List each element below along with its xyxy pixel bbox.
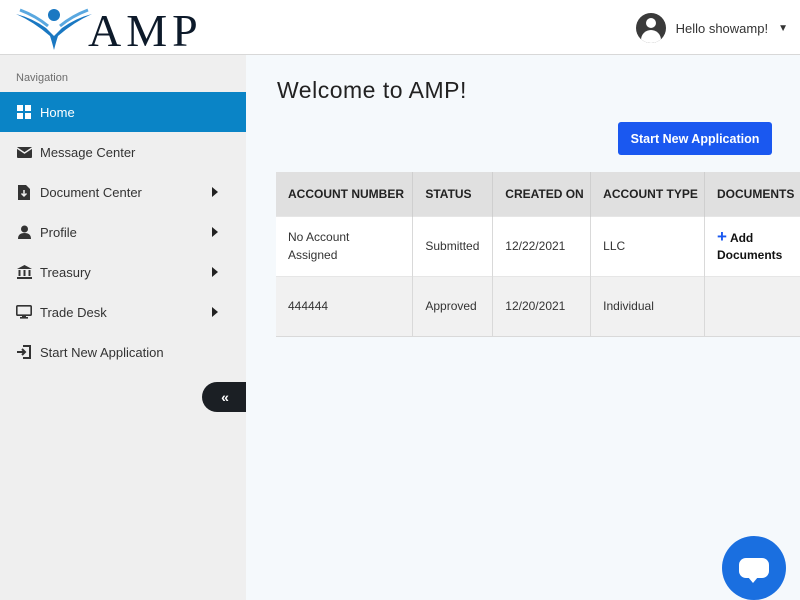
- column-header: CREATED ON: [492, 172, 592, 216]
- top-bar: AMP Hello showamp! ▼: [0, 0, 800, 55]
- main-content: Welcome to AMP! Start New Application AC…: [246, 55, 800, 600]
- chevron-right-icon: [212, 307, 218, 317]
- table-cell-created: 12/22/2021: [492, 215, 592, 276]
- sidebar-item-label: Message Center: [40, 144, 136, 160]
- table-cell-documents: + Add Documents: [704, 215, 800, 276]
- sidebar-item-label: Home: [40, 104, 75, 120]
- bank-icon: [16, 264, 32, 280]
- table-cell-status: Submitted: [412, 215, 494, 276]
- chevron-right-icon: [212, 267, 218, 277]
- page-title: Welcome to AMP!: [277, 77, 467, 103]
- user-greeting[interactable]: Hello showamp!: [676, 21, 769, 36]
- table-cell-account: 444444: [276, 275, 414, 337]
- sidebar-item-home[interactable]: Home: [0, 92, 246, 132]
- column-header: ACCOUNT TYPE: [590, 172, 705, 216]
- table-cell-documents: [704, 275, 800, 337]
- chevron-right-icon: [212, 227, 218, 237]
- user-icon: [16, 224, 32, 240]
- table-row: 444444 Approved 12/20/2021 Individual: [276, 275, 800, 337]
- sidebar-item-label: Start New Application: [40, 344, 164, 360]
- collapse-sidebar-button[interactable]: «: [202, 382, 246, 412]
- column-header: STATUS: [412, 172, 494, 216]
- table-cell-created: 12/20/2021: [492, 275, 592, 337]
- plus-icon: +: [717, 227, 727, 246]
- table-header-row: ACCOUNT NUMBER STATUS CREATED ON ACCOUNT…: [276, 172, 800, 216]
- monitor-icon: [16, 304, 32, 320]
- brand-name: AMP: [88, 5, 203, 56]
- user-avatar-icon[interactable]: [635, 13, 666, 43]
- envelope-icon: [16, 144, 32, 160]
- user-menu[interactable]: Hello showamp! ▼: [635, 13, 788, 43]
- sidebar-item-label: Document Center: [40, 184, 142, 200]
- chat-button[interactable]: [722, 536, 786, 600]
- sidebar: Navigation Home Message Center Document …: [0, 55, 246, 600]
- column-header: ACCOUNT NUMBER: [276, 172, 414, 216]
- amp-figure-logo-icon: [16, 8, 92, 50]
- nav-title: Navigation: [16, 72, 68, 84]
- sidebar-item-treasury[interactable]: Treasury: [0, 252, 246, 292]
- sidebar-item-label: Trade Desk: [40, 304, 107, 320]
- sidebar-item-trade-desk[interactable]: Trade Desk: [0, 292, 246, 332]
- sidebar-item-label: Treasury: [40, 264, 91, 280]
- sign-in-icon: [16, 344, 32, 360]
- column-header: DOCUMENTS: [704, 172, 800, 216]
- caret-down-icon[interactable]: ▼: [778, 23, 788, 34]
- start-new-application-button[interactable]: Start New Application: [618, 122, 772, 155]
- add-documents-link[interactable]: + Add Documents: [717, 228, 800, 264]
- table-cell-type: Individual: [590, 275, 705, 337]
- amp-logo[interactable]: AMP: [14, 4, 203, 56]
- table-cell-type: LLC: [590, 215, 705, 276]
- table-cell-status: Approved: [412, 275, 494, 337]
- applications-table: ACCOUNT NUMBER STATUS CREATED ON ACCOUNT…: [276, 172, 800, 337]
- chevron-right-icon: [212, 187, 218, 197]
- table-cell-account: No Account Assigned: [276, 215, 414, 276]
- file-download-icon: [16, 184, 32, 200]
- grid-icon: [16, 104, 32, 120]
- sidebar-item-profile[interactable]: Profile: [0, 212, 246, 252]
- sidebar-item-message-center[interactable]: Message Center: [0, 132, 246, 172]
- sidebar-item-document-center[interactable]: Document Center: [0, 172, 246, 212]
- sidebar-item-label: Profile: [40, 224, 77, 240]
- table-row: No Account Assigned Submitted 12/22/2021…: [276, 215, 800, 276]
- sidebar-item-start-new-application[interactable]: Start New Application: [0, 332, 246, 372]
- chat-bubble-icon: [739, 558, 769, 583]
